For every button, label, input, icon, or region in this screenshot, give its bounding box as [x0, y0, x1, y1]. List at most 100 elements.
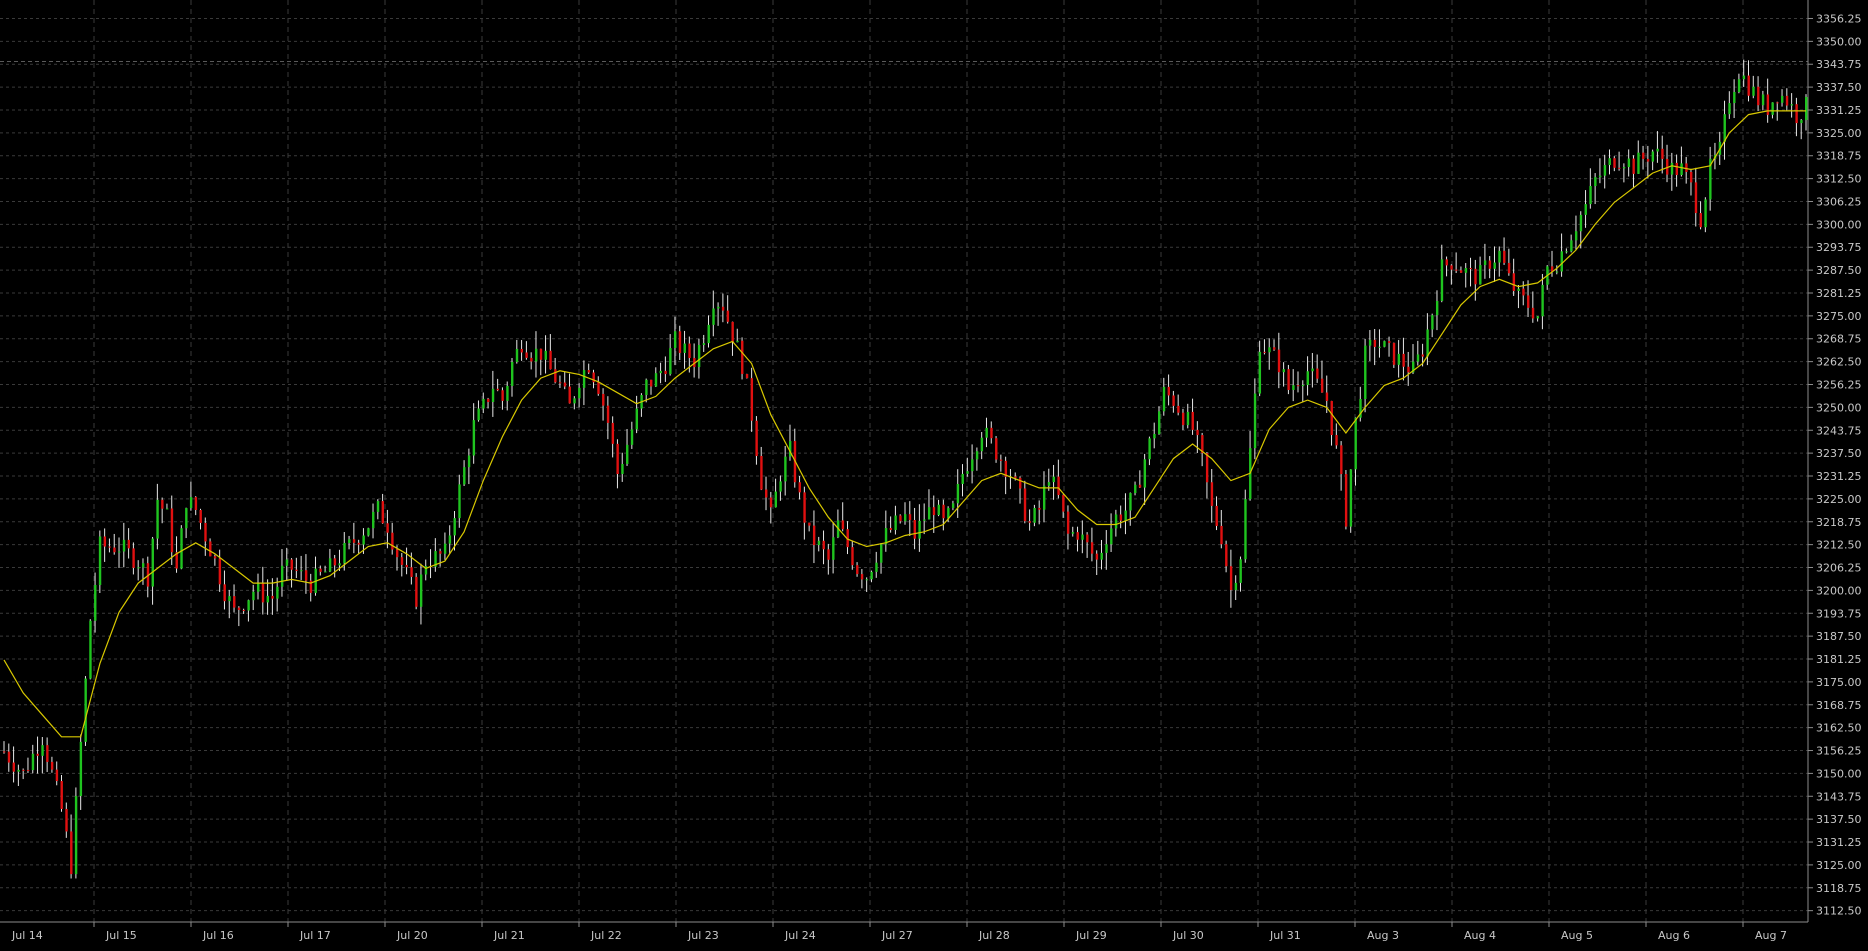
candle-body-up: [870, 571, 873, 580]
candle-body-up: [1110, 528, 1113, 545]
candle-body-down: [1757, 86, 1760, 106]
candle-body-up: [285, 559, 289, 566]
candle-body-up: [1368, 339, 1372, 346]
candle-body-down: [386, 523, 389, 533]
y-tick-label: 3187.50: [1816, 630, 1862, 643]
candle-body-up: [1301, 385, 1305, 387]
candle-body-down: [808, 522, 811, 526]
candle-body-up: [189, 497, 193, 509]
candle-body-up: [1603, 165, 1607, 176]
candle-body-down: [726, 310, 730, 322]
candle-body-up: [1800, 120, 1803, 124]
candle-body-up: [1162, 386, 1166, 412]
y-tick-label: 3243.75: [1816, 424, 1862, 437]
candle-body-up: [300, 570, 303, 572]
y-tick-label: 3162.50: [1816, 722, 1862, 735]
candle-body-down: [1618, 167, 1621, 169]
y-tick-label: 3350.00: [1816, 35, 1862, 48]
candle-body-up: [1737, 79, 1741, 93]
candle-body-up: [865, 579, 869, 581]
x-tick-label: Aug 7: [1755, 929, 1787, 942]
candle-body-up: [1728, 103, 1731, 115]
candle-body-up: [343, 543, 346, 564]
candle-body-up: [875, 562, 878, 572]
y-tick-label: 3168.75: [1816, 699, 1862, 712]
candle-body-up: [1464, 268, 1468, 273]
candle-body-up: [94, 584, 97, 621]
candle-body-down: [616, 443, 619, 475]
candle-body-up: [1282, 369, 1286, 373]
candle-body-down: [26, 769, 30, 771]
candle-body-up: [477, 408, 480, 421]
candle-body-up: [1752, 86, 1755, 96]
candle-body-down: [1062, 494, 1065, 512]
candle-body-down: [1225, 544, 1228, 567]
y-tick-label: 3175.00: [1816, 676, 1862, 689]
candle-body-down: [539, 348, 543, 360]
candle-body-down: [237, 607, 241, 610]
candle-body-down: [841, 520, 845, 530]
candle-body-up: [348, 539, 351, 544]
candle-body-up: [1042, 485, 1046, 510]
candle-body-up: [1105, 544, 1108, 553]
candle-body-down: [223, 584, 226, 602]
candle-body-down: [1402, 353, 1405, 367]
candle-body-up: [1733, 92, 1736, 104]
candle-body-down: [1795, 104, 1798, 124]
candle-body-down: [70, 831, 73, 875]
candle-body-down: [1340, 445, 1343, 475]
x-tick-label: Jul 23: [687, 929, 719, 942]
candle-body-down: [108, 546, 111, 548]
y-tick-label: 3218.75: [1816, 516, 1862, 529]
candle-body-down: [1373, 339, 1377, 347]
candle-body-up: [31, 753, 35, 771]
candle-body-down: [851, 547, 854, 566]
candle-body-up: [1431, 315, 1434, 330]
candle-body-down: [1766, 94, 1770, 115]
y-tick-label: 3206.25: [1816, 562, 1862, 575]
candle-body-down: [721, 306, 725, 311]
candle-body-down: [357, 542, 361, 545]
candle-body-down: [1455, 269, 1458, 271]
y-tick-label: 3318.75: [1816, 150, 1862, 163]
x-tick-label: Jul 30: [1172, 929, 1204, 942]
x-tick-label: Aug 6: [1658, 929, 1690, 942]
candle-body-down: [745, 374, 749, 379]
candle-body-down: [271, 595, 274, 599]
candle-body-up: [1033, 507, 1036, 523]
y-tick-label: 3131.25: [1816, 836, 1862, 849]
candle-body-up: [1114, 514, 1118, 529]
price-chart[interactable]: 3356.25 3350.00 3343.75 3337.50 3331.25 3325.…: [0, 0, 1868, 947]
candle-body-up: [1790, 104, 1794, 106]
y-tick-label: 3181.25: [1816, 653, 1862, 666]
candle-body-down: [827, 549, 830, 560]
y-tick-label: 3112.50: [1816, 905, 1862, 918]
candle-body-down: [1167, 386, 1170, 396]
candle-body-up: [419, 574, 423, 607]
candle-body-down: [1632, 158, 1635, 174]
x-tick-label: Jul 27: [881, 929, 913, 942]
candle-body-up: [717, 306, 720, 309]
y-tick-label: 3250.00: [1816, 401, 1862, 414]
candle-body-down: [1522, 288, 1525, 296]
candle-body-up: [1579, 214, 1583, 232]
candle-body-up: [736, 340, 739, 343]
candle-body-up: [774, 491, 778, 508]
candle-body-down: [233, 596, 236, 608]
candle-body-up: [180, 528, 183, 569]
candle-body-down: [1445, 259, 1448, 266]
candle-body-up: [937, 504, 940, 516]
candle-body-down: [750, 378, 754, 421]
x-tick-label: Aug 4: [1464, 929, 1496, 942]
y-tick-label: 3137.50: [1816, 813, 1862, 826]
candle-body-up: [1541, 284, 1544, 317]
candle-body-up: [621, 463, 624, 475]
candle-body-up: [156, 499, 159, 539]
candle-body-up: [98, 536, 102, 585]
candle-body-up: [1781, 95, 1784, 103]
candle-body-down: [1215, 505, 1218, 526]
x-tick-label: Jul 21: [493, 929, 525, 942]
y-tick-label: 3225.00: [1816, 493, 1862, 506]
candle-body-down: [381, 501, 385, 524]
candle-body-up: [482, 398, 485, 409]
